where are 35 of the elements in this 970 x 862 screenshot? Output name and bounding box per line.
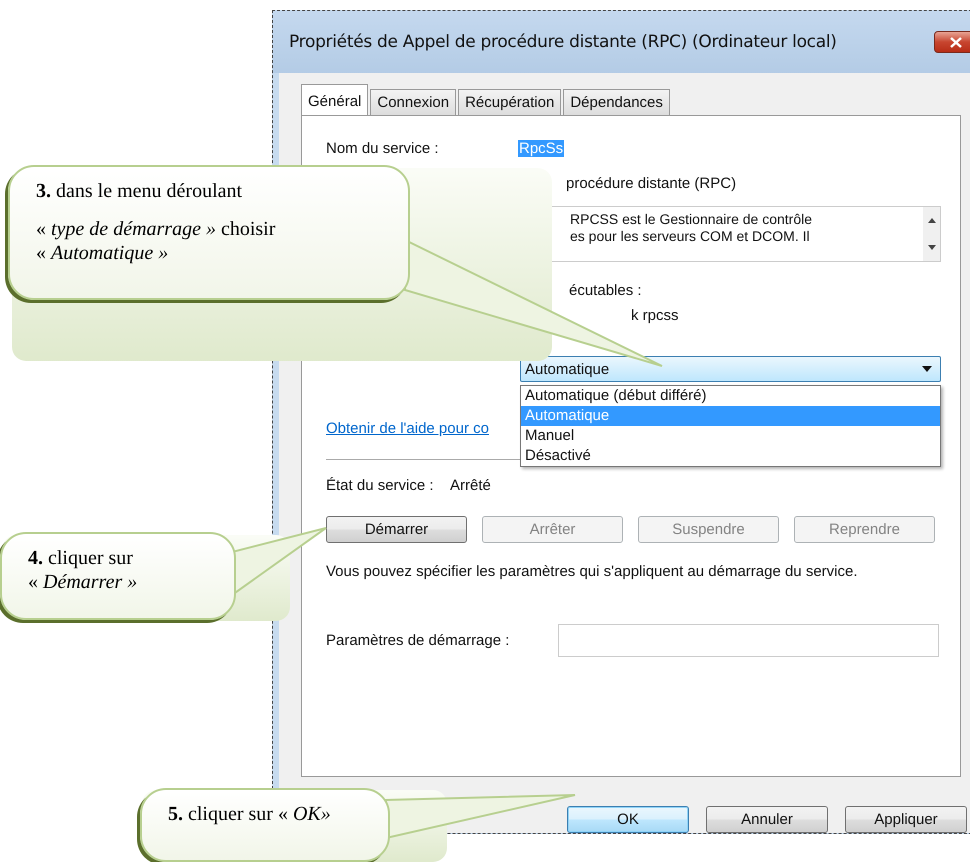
scroll-down-icon [928,245,936,250]
help-link[interactable]: Obtenir de l'aide pour co [326,420,489,437]
callout-text: 5. cliquer sur « OK» [168,802,332,826]
dropdown-option[interactable]: Désactivé [521,446,940,466]
executable-path-value: k rpcss [631,307,680,324]
callout-text: « type de démarrage » choisir « Automatique » [36,217,276,265]
field-label: Paramètres de démarrage : [326,632,510,649]
hint-text: Vous pouvez spécifier les paramètres qui s'appliquent au démarrage du service. [326,563,858,581]
field-label: Nom du service : [326,140,440,157]
close-icon [950,36,962,48]
service-control-button[interactable]: Démarrer [326,516,467,543]
callout-text: 4. cliquer sur « Démarrer » [28,546,138,594]
close-button[interactable] [934,31,970,53]
tab[interactable]: Récupération [458,89,562,115]
start-parameters-field[interactable] [558,624,939,657]
dialog-button[interactable]: Annuler [706,806,828,833]
scrollbar[interactable] [923,207,940,261]
scroll-up-icon [928,218,936,223]
dropdown-option[interactable]: Manuel [521,426,940,446]
startup-type-dropdown[interactable]: Automatique [520,356,941,382]
service-status-value: Arrêté [450,477,491,494]
dialog-button[interactable]: OK [567,806,689,833]
tab[interactable]: Général [301,84,368,116]
description-line: es pour les serveurs COM et DCOM. Il [570,228,811,245]
tab[interactable]: Dépendances [563,89,670,115]
dialog-button[interactable]: Appliquer [845,806,967,833]
field-label: écutables : [569,282,643,299]
field-label: État du service : [326,477,435,494]
dropdown-caret-icon [922,366,932,372]
tab[interactable]: Connexion [370,89,456,115]
window-title: Propriétés de Appel de procédure distante (RPC) (Ordinateur local) [289,32,837,52]
dropdown-option[interactable]: Automatique (début différé) [521,386,940,406]
display-name-value: procédure distante (RPC) [566,175,738,192]
callout-text: 3. dans le menu déroulant [36,179,244,203]
description-line: RPCSS est le Gestionnaire de contrôle [570,211,812,228]
